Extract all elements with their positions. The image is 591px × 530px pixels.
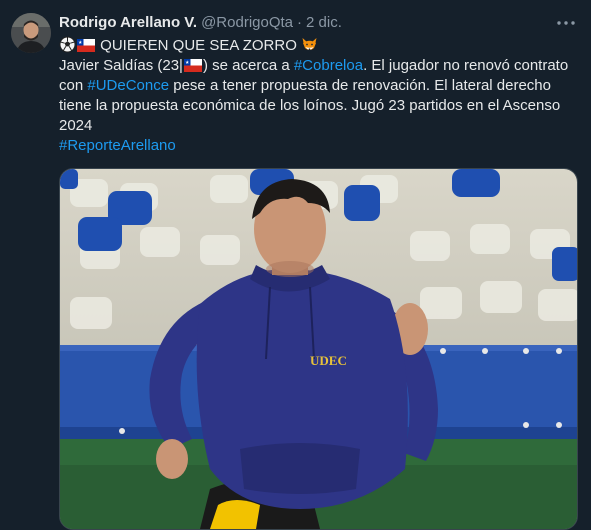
chile-flag-icon — [183, 58, 202, 72]
chile-flag-icon — [77, 38, 95, 52]
hashtag-reportearellano[interactable]: #ReporteArellano — [59, 137, 176, 154]
tweet[interactable]: Rodrigo Arellano V. @RodrigoQta · 2 dic. — [0, 0, 591, 530]
fox-face-icon — [301, 36, 318, 53]
jersey-logo-text: UDEC — [310, 353, 347, 368]
header-separator: · — [297, 14, 303, 31]
tweet-text: QUIEREN QUE SEA ZORRO Javier Saldías (23… — [59, 36, 581, 156]
tweet-date[interactable]: 2 dic. — [306, 14, 342, 31]
soccer-ball-icon — [59, 36, 76, 53]
tweet-text-part: con — [59, 77, 88, 94]
more-dots-icon[interactable] — [555, 12, 577, 34]
hashtag-udeconce[interactable]: #UDeConce — [87, 77, 169, 94]
tweet-line-4: tiene la propuesta económica de los loín… — [59, 97, 561, 114]
headline-text: QUIEREN QUE SEA ZORRO — [100, 37, 297, 54]
tweet-line-1: QUIEREN QUE SEA ZORRO — [59, 36, 581, 56]
tweet-text-part: pese a tener propuesta de renovación. El… — [169, 77, 551, 94]
avatar[interactable] — [11, 13, 51, 53]
hashtag-cobreloa[interactable]: #Cobreloa — [294, 57, 363, 74]
author-handle[interactable]: @RodrigoQta — [201, 14, 293, 31]
tweet-line-5: 2024 — [59, 117, 93, 134]
tweet-text-part: Javier Saldías (23| — [59, 57, 183, 74]
tweet-photo[interactable]: UDEC — [59, 168, 578, 530]
tweet-line-2: Javier Saldías (23| ) se acerca a #Cobre… — [59, 56, 581, 76]
tweet-text-part: ) se acerca a — [202, 57, 294, 74]
tweet-text-part: . El jugador no renovó contrato — [363, 57, 569, 74]
tweet-line-3: con #UDeConce pese a tener propuesta de … — [59, 76, 581, 96]
tweet-line-6: #ReporteArellano — [59, 136, 581, 156]
tweet-header: Rodrigo Arellano V. @RodrigoQta · 2 dic. — [59, 14, 551, 31]
author-name[interactable]: Rodrigo Arellano V. — [59, 14, 197, 31]
